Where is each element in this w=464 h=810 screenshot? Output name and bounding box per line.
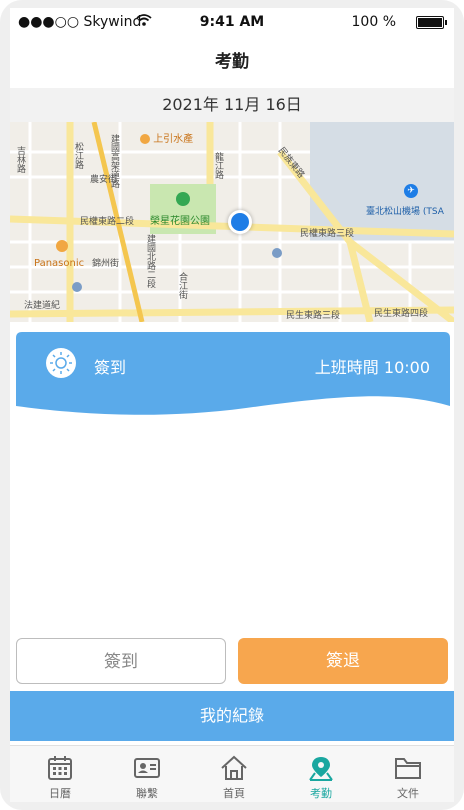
map-label-jinzhou: 錦州街: [92, 259, 120, 269]
work-start-time: 上班時間 10:00: [314, 358, 430, 377]
tab-label: 考勤: [310, 787, 332, 800]
map-label-fajian: 法建道紀: [24, 301, 61, 311]
app-screen: ●●●○○ Skywind 9:41 AM 100 % 考勤 2021年 11月…: [10, 8, 454, 802]
map-label-airport: 臺北松山機場 (TSA: [366, 207, 444, 217]
tab-label: 日曆: [49, 787, 71, 800]
airport-marker-icon: ✈: [404, 184, 418, 198]
contact-card-icon: [133, 754, 161, 782]
map-label-minsheng-e4: 民生東路四段: [374, 309, 429, 319]
map-label-minquan-e3: 民權東路三段: [300, 229, 355, 239]
map-label-shangyin: 上引水產: [140, 130, 193, 145]
sun-icon: [46, 348, 76, 378]
map-label-jianguo-n2: 建國北路二段: [145, 234, 155, 288]
check-in-button[interactable]: 簽到: [16, 638, 226, 684]
map-label-hejiang: 合江街: [177, 272, 187, 299]
transit-marker-icon: [272, 248, 282, 258]
park-marker-icon: [176, 192, 190, 206]
location-map[interactable]: 吉林路 松江路 建國高架道路 上引水產 龍江路 民族東路 農安街 榮星花園公園 …: [10, 122, 454, 322]
checkin-card-label: 簽到: [94, 358, 127, 377]
phone-frame: ●●●○○ Skywind 9:41 AM 100 % 考勤 2021年 11月…: [0, 0, 464, 810]
map-label-nongan: 農安街: [90, 175, 118, 185]
battery-icon: [416, 16, 447, 29]
map-label-songjiang: 松江路: [73, 142, 83, 169]
my-records-button[interactable]: 我的紀錄: [10, 691, 454, 741]
map-label-park: 榮星花園公園: [150, 216, 210, 227]
map-label-longjiang: 龍江路: [213, 152, 223, 179]
tab-label: 文件: [397, 787, 419, 800]
tab-contacts[interactable]: 聯繫: [103, 746, 191, 802]
battery-percent: 100 %: [351, 14, 396, 30]
home-icon: [220, 754, 248, 782]
folder-icon: [394, 754, 422, 782]
map-label-minsheng-e3: 民生東路三段: [286, 311, 341, 321]
tab-label: 首頁: [223, 787, 245, 800]
attendance-location-icon: [307, 754, 335, 782]
page-title: 考勤: [215, 52, 249, 72]
tab-home[interactable]: 首頁: [190, 746, 278, 802]
checkin-card[interactable]: 簽到 上班時間 10:00: [16, 332, 450, 442]
tab-documents[interactable]: 文件: [364, 746, 452, 802]
current-location-pin: [228, 210, 252, 234]
date-label: 2021年 11月 16日: [10, 88, 454, 122]
map-label-panasonic: Panasonic: [34, 258, 85, 269]
check-out-button[interactable]: 簽退: [238, 638, 448, 684]
transit-marker-icon: [72, 282, 82, 292]
tab-attendance[interactable]: 考勤: [277, 746, 365, 802]
tab-bar: 日曆 聯繫 首頁 考勤 文件: [10, 745, 454, 802]
shop-marker-icon: [56, 240, 68, 252]
tab-label: 聯繫: [136, 787, 158, 800]
map-label-minquan-e2: 民權東路二段: [80, 217, 135, 227]
map-label-jilin: 吉林路: [15, 146, 25, 173]
tab-calendar[interactable]: 日曆: [16, 746, 104, 802]
status-bar: ●●●○○ Skywind 9:41 AM 100 %: [10, 8, 454, 36]
calendar-icon: [46, 754, 74, 782]
shop-marker-icon: [140, 134, 150, 144]
